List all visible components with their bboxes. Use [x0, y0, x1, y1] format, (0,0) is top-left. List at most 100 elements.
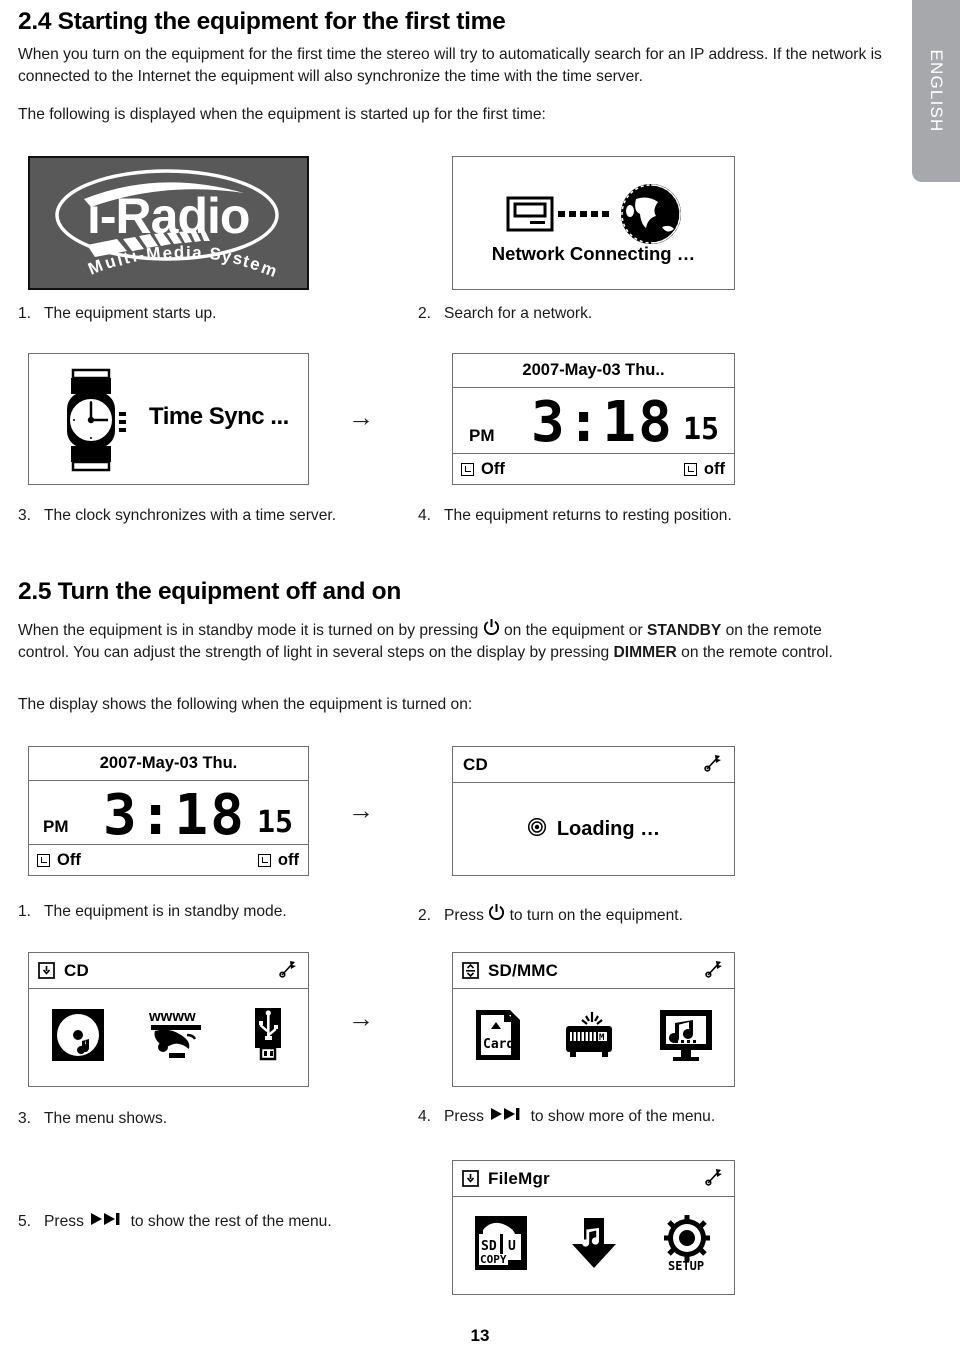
alarm2-left-state: Off — [57, 850, 81, 869]
p25-bold-standby: STANDBY — [647, 622, 722, 639]
caption-text-before: Press — [444, 1108, 484, 1125]
alarm-left-state: Off — [481, 459, 505, 478]
clock-time-area: PM 3:18 15 — [453, 388, 734, 455]
cd-menu-title-bar: CD — [29, 953, 308, 989]
cd-menu-screen: CD wwww — [28, 952, 309, 1087]
sdmmc-menu-title-bar: SD/MMC — [453, 953, 734, 989]
caption-step-5-25: 5. Press to show the rest of the menu. — [18, 1212, 332, 1231]
caption-text: The equipment returns to resting positio… — [444, 507, 732, 524]
flow-arrow-3: → — [348, 1003, 374, 1033]
clock-time: 3:18 — [531, 390, 674, 455]
cd-loading-screen: CD Loading … — [452, 746, 735, 876]
caption-step-2-25: 2. Press to turn on the equipment. — [418, 903, 683, 925]
caption-number: 4. — [418, 1108, 432, 1125]
clock2-time: 3:18 — [103, 783, 246, 848]
svg-text:e: e — [161, 243, 172, 263]
sdmmc-menu-items: Card M — [453, 989, 734, 1086]
flow-arrow-2: → — [348, 795, 374, 825]
network-status-text: Network Connecting … — [491, 243, 696, 264]
wristwatch-icon — [67, 368, 126, 472]
svg-text:-: - — [136, 245, 145, 265]
svg-text:m: m — [258, 258, 279, 281]
sd-usb-copy-icon[interactable]: SD U COPY — [473, 1214, 529, 1277]
caption-step-4-25: 4. Press to show more of the menu. — [418, 1107, 715, 1126]
language-tab: ENGLISH — [912, 0, 960, 182]
section-2-5-paragraph-1: When the equipment is in standby mode it… — [18, 618, 858, 663]
caption-number: 2. — [418, 305, 432, 322]
caption-step-3-25: 3. The menu shows. — [18, 1110, 167, 1128]
usb-stick-icon[interactable] — [249, 1006, 287, 1069]
time-sync-screen: Time Sync ... — [28, 353, 309, 485]
clock2-date-bar: 2007-May-03 Thu. — [29, 747, 308, 781]
loading-title-bar: CD — [453, 747, 734, 783]
clock-screen-standby: 2007-May-03 Thu. PM 3:18 15 Off off — [28, 746, 309, 876]
section-2-4-heading: 2.4 Starting the equipment for the first… — [18, 8, 506, 35]
cd-music-icon[interactable] — [50, 1007, 106, 1068]
language-tab-label: ENGLISH — [927, 49, 946, 133]
caption-step-3-24: 3. The clock synchronizes with a time ser… — [18, 507, 336, 525]
sd-card-icon[interactable]: Card — [472, 1006, 524, 1069]
svg-text:COPY: COPY — [480, 1253, 507, 1266]
clock-alarm-bar: Off off — [453, 453, 734, 484]
time-sync-status-text: Time Sync ... — [149, 403, 289, 430]
download-music-icon[interactable] — [568, 1214, 620, 1277]
svg-text:S: S — [208, 244, 221, 264]
caption-number: 1. — [18, 903, 32, 920]
caption-text-after: to show more of the menu. — [530, 1108, 716, 1125]
p25-text-4: on the remote control. — [681, 643, 833, 661]
svg-text:M: M — [145, 243, 161, 264]
filemgr-menu-title: FileMgr — [488, 1168, 550, 1188]
disc-spinner-icon — [527, 817, 547, 842]
power-icon — [488, 903, 505, 920]
clock-date: 2007-May-03 Thu.. — [522, 361, 665, 379]
alarm-clock-icon-right — [683, 462, 697, 476]
alarm-clock-icon-left — [461, 462, 474, 476]
p25-text-1: When the equipment is in standby mode it… — [18, 622, 479, 639]
alarm2-right-state: off — [277, 850, 299, 869]
fm-radio-icon[interactable]: M — [562, 1006, 618, 1069]
clock-seconds: 15 — [683, 412, 720, 447]
caption-number: 3. — [18, 507, 32, 524]
clock2-alarm-bar: Off off — [29, 844, 308, 875]
caption-text: The menu shows. — [44, 1110, 168, 1127]
clock-meridiem: PM — [469, 426, 495, 445]
signal-flag-icon — [705, 958, 725, 983]
cd-menu-title: CD — [64, 960, 89, 980]
clock2-meridiem: PM — [43, 817, 69, 836]
caption-step-4-24: 4. The equipment returns to resting posit… — [418, 507, 732, 525]
updown-arrow-box-icon — [462, 962, 479, 979]
svg-text:i-Radio: i-Radio — [87, 188, 249, 244]
caption-text: The equipment starts up. — [44, 305, 217, 322]
sdmmc-menu-title: SD/MMC — [488, 960, 559, 980]
page-number: 13 — [470, 1326, 490, 1345]
www-internet-radio-icon[interactable]: wwww — [147, 1007, 207, 1068]
network-connecting-screen: Network Connecting … — [452, 156, 735, 290]
alarm-clock-icon-left — [37, 853, 50, 867]
loading-title: CD — [463, 754, 488, 774]
signal-flag-icon — [704, 752, 724, 777]
clock-screen-resting: 2007-May-03 Thu.. PM 3:18 15 Off off — [452, 353, 735, 485]
sdmmc-menu-screen: SD/MMC Card M — [452, 952, 735, 1087]
svg-text:wwww: wwww — [148, 1008, 196, 1025]
setup-gear-icon[interactable]: SETUP — [659, 1214, 715, 1277]
down-arrow-box-icon — [38, 962, 55, 979]
section-2-4-paragraph-2: The following is displayed when the equi… — [18, 106, 546, 123]
caption-step-1-25: 1. The equipment is in standby mode. — [18, 903, 287, 921]
monitor-icon — [506, 196, 553, 232]
filemgr-menu-items: SD U COPY SETUP — [453, 1197, 734, 1294]
p25-bold-dimmer: DIMMER — [613, 643, 677, 661]
caption-text: The equipment is in standby mode. — [44, 903, 287, 920]
loading-status-text: Loading … — [556, 817, 661, 840]
caption-text: The clock synchronizes with a time serve… — [44, 507, 337, 524]
alarm-clock-icon-right — [257, 853, 271, 867]
svg-text:i: i — [186, 243, 191, 262]
caption-step-2-24: 2. Search for a network. — [418, 305, 592, 323]
clock2-time-area: PM 3:18 15 — [29, 781, 308, 848]
svg-text:M: M — [85, 256, 105, 279]
alarm-right-state: off — [703, 459, 725, 478]
section-2-5-paragraph-2: The display shows the following when the… — [18, 696, 473, 713]
caption-text-before: Press — [44, 1213, 84, 1230]
globe-icon — [620, 184, 681, 244]
caption-text: Search for a network. — [444, 305, 593, 322]
media-monitor-icon[interactable] — [657, 1006, 715, 1069]
